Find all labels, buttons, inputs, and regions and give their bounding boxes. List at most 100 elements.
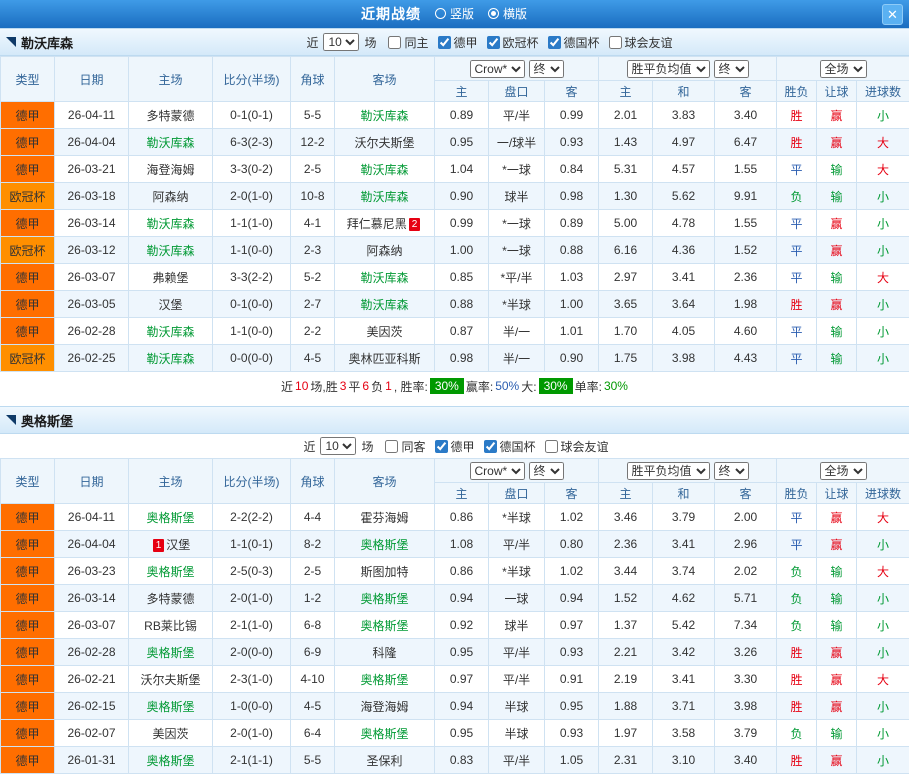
team-name-text: 奥格斯堡 — [360, 592, 408, 606]
table-row: 德甲26-02-15奥格斯堡1-0(0-0)4-5海登海姆0.94半球0.951… — [1, 693, 909, 720]
team-name-text: 科隆 — [372, 646, 396, 660]
team-name-text: 拜仁慕尼黑 — [347, 217, 407, 231]
filter-checkbox[interactable] — [609, 36, 622, 49]
sub-header-2: 客 — [545, 81, 599, 102]
avg-cell: 3.79 — [715, 720, 777, 747]
away-team-cell: 奥林匹亚科斯 — [335, 345, 435, 372]
away-team-cell: 奥格斯堡 — [335, 531, 435, 558]
full-select[interactable]: 全场 — [820, 462, 867, 480]
team-name-text: 奥格斯堡 — [146, 700, 194, 714]
avg-cell: 1.70 — [599, 318, 653, 345]
odds-source-select[interactable]: Crow* — [470, 60, 525, 78]
filter-option[interactable]: 德甲 — [435, 438, 475, 455]
filter-option[interactable]: 球会友谊 — [545, 438, 609, 455]
layout-option-2[interactable]: 横版 — [488, 5, 527, 22]
result-cell: 输 — [817, 183, 857, 210]
odds-cell: *平/半 — [489, 264, 545, 291]
corner-cell: 12-2 — [291, 129, 335, 156]
sub-header-0: 主 — [435, 81, 489, 102]
team-name-text: 多特蒙德 — [146, 109, 194, 123]
result-cell: 输 — [817, 585, 857, 612]
avg-cell: 3.74 — [653, 558, 715, 585]
filter-checkbox[interactable] — [545, 440, 558, 453]
table-row: 德甲26-04-11奥格斯堡2-2(2-2)4-4霍芬海姆0.86*半球1.02… — [1, 504, 909, 531]
table-row: 德甲26-04-11多特蒙德0-1(0-1)5-5勒沃库森0.89平/半0.99… — [1, 102, 909, 129]
odds-cell: 1.01 — [545, 318, 599, 345]
filter-checkbox[interactable] — [484, 440, 497, 453]
team-name-text: 勒沃库森 — [360, 298, 408, 312]
team-name-text: 阿森纳 — [152, 190, 188, 204]
result-cell: 赢 — [817, 237, 857, 264]
table-row: 德甲26-03-05汉堡0-1(0-0)2-7勒沃库森0.88*半球1.003.… — [1, 291, 909, 318]
filter-option[interactable]: 德甲 — [438, 34, 478, 51]
league-cell: 德甲 — [1, 210, 55, 237]
filter-option[interactable]: 德国杯 — [548, 34, 600, 51]
filter-checkbox[interactable] — [385, 440, 398, 453]
result-cell: 小 — [857, 693, 909, 720]
team-name-text: 霍芬海姆 — [360, 511, 408, 525]
filter-option[interactable]: 德国杯 — [484, 438, 536, 455]
result-cell: 输 — [817, 264, 857, 291]
avg-select[interactable]: 胜平负均值 — [627, 60, 710, 78]
avg-cell: 3.46 — [599, 504, 653, 531]
col-header-score: 比分(半场) — [213, 57, 291, 102]
layout-option-1[interactable]: 竖版 — [435, 5, 474, 22]
close-button[interactable]: ✕ — [882, 4, 903, 25]
odds-final-select[interactable]: 终 — [529, 462, 564, 480]
filter-checkbox[interactable] — [548, 36, 561, 49]
avg-final-select[interactable]: 终 — [714, 60, 749, 78]
full-select[interactable]: 全场 — [820, 60, 867, 78]
result-cell: 小 — [857, 183, 909, 210]
sub-header-0: 主 — [435, 483, 489, 504]
filter-label: 同主 — [404, 34, 428, 51]
filter-checkbox[interactable] — [487, 36, 500, 49]
away-team-cell: 勒沃库森 — [335, 102, 435, 129]
filter-checkbox[interactable] — [388, 36, 401, 49]
odds-cell: 1.02 — [545, 504, 599, 531]
match-count-select[interactable]: 10 — [323, 33, 359, 51]
filter-option[interactable]: 球会友谊 — [609, 34, 673, 51]
odds-source-select[interactable]: Crow* — [470, 462, 525, 480]
result-cell: 小 — [857, 720, 909, 747]
avg-cell: 7.34 — [715, 612, 777, 639]
corner-cell: 1-2 — [291, 585, 335, 612]
avg-cell: 2.19 — [599, 666, 653, 693]
away-team-cell: 海登海姆 — [335, 693, 435, 720]
filter-option[interactable]: 欧冠杯 — [487, 34, 539, 51]
score-cell: 2-2(2-2) — [213, 504, 291, 531]
filter-checkbox[interactable] — [435, 440, 448, 453]
sub-header-1: 盘口 — [489, 81, 545, 102]
odds-source-group: Crow*终 — [435, 459, 599, 483]
score-cell: 1-1(0-1) — [213, 531, 291, 558]
score-cell: 2-5(0-3) — [213, 558, 291, 585]
summary-segment: 30% — [604, 379, 628, 393]
results-table: 类型日期主场比分(半场)角球客场Crow*终胜平负均值终全场主盘口客主和客胜负让… — [0, 458, 909, 774]
filter-option[interactable]: 同主 — [388, 34, 428, 51]
table-row: 德甲26-04-041汉堡1-1(0-1)8-2奥格斯堡1.08平/半0.802… — [1, 531, 909, 558]
result-cell: 赢 — [817, 291, 857, 318]
filter-checkbox[interactable] — [438, 36, 451, 49]
home-team-cell: 奥格斯堡 — [129, 504, 213, 531]
avg-cell: 3.26 — [715, 639, 777, 666]
avg-final-select[interactable]: 终 — [714, 462, 749, 480]
match-count-select[interactable]: 10 — [320, 437, 356, 455]
date-cell: 26-03-14 — [55, 210, 129, 237]
corner-cell: 2-5 — [291, 558, 335, 585]
corner-cell: 4-5 — [291, 345, 335, 372]
result-cell: 小 — [857, 291, 909, 318]
date-cell: 26-03-07 — [55, 612, 129, 639]
filter-label: 德甲 — [454, 34, 478, 51]
date-cell: 26-02-25 — [55, 345, 129, 372]
odds-cell: *一球 — [489, 237, 545, 264]
odds-cell: 0.97 — [435, 666, 489, 693]
team-name-text: 勒沃库森 — [146, 244, 194, 258]
avg-select[interactable]: 胜平负均值 — [627, 462, 710, 480]
table-row: 欧冠杯26-03-12勒沃库森1-1(0-0)2-3阿森纳1.00*一球0.88… — [1, 237, 909, 264]
corner-cell: 5-2 — [291, 264, 335, 291]
result-cell: 平 — [777, 531, 817, 558]
odds-final-select[interactable]: 终 — [529, 60, 564, 78]
filter-option[interactable]: 同客 — [385, 438, 425, 455]
result-cell: 赢 — [817, 504, 857, 531]
summary-segment: 6 — [362, 379, 369, 393]
avg-cell: 4.36 — [653, 237, 715, 264]
